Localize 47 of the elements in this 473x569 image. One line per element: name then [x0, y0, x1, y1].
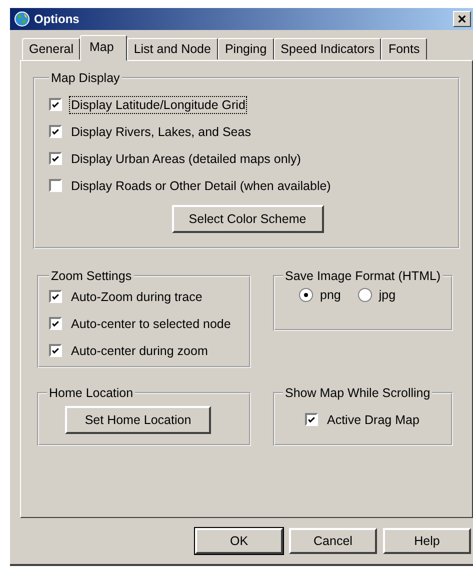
checkbox-label[interactable]: Auto-Zoom during trace [70, 288, 204, 304]
checkbox[interactable] [49, 125, 62, 138]
checkmark-icon [307, 414, 316, 424]
group-title: Save Image Format (HTML) [284, 269, 442, 283]
checkmark-icon [51, 154, 60, 164]
checkbox-label[interactable]: Display Urban Areas (detailed maps only) [70, 150, 302, 166]
tab[interactable]: Speed Indicators [274, 38, 382, 60]
globe-icon [14, 11, 30, 27]
checkbox-label[interactable]: Active Drag Map [326, 412, 420, 428]
group-title: Home Location [48, 386, 134, 400]
checkmark-icon [51, 292, 60, 302]
radio-label[interactable]: jpg [378, 287, 397, 303]
checkmark-icon [51, 318, 60, 328]
checkbox-label[interactable]: Display Roads or Other Detail (when available) [70, 178, 332, 194]
checkbox[interactable] [49, 344, 62, 357]
group-title: Show Map While Scrolling [284, 386, 432, 400]
radio-button[interactable] [358, 288, 372, 302]
checkbox-label[interactable]: Auto-center to selected node [70, 316, 232, 332]
checkmark-icon [51, 346, 60, 356]
checkbox[interactable] [49, 152, 62, 165]
tab[interactable]: Fonts [381, 38, 427, 60]
checkbox-label[interactable]: Display Rivers, Lakes, and Seas [70, 124, 252, 140]
checkbox[interactable] [49, 317, 62, 330]
radio-label[interactable]: png [319, 287, 342, 303]
checkmark-icon [51, 126, 60, 136]
checkmark-icon [51, 100, 60, 110]
tab[interactable]: List and Node [126, 38, 218, 60]
dialog-button[interactable]: Cancel [289, 528, 377, 554]
tab[interactable]: Map [80, 35, 127, 61]
set-home-location-button[interactable]: Set Home Location [65, 406, 211, 434]
dialog-button[interactable]: OK [195, 528, 283, 554]
radio-button[interactable] [299, 288, 313, 302]
tab[interactable]: Pinging [218, 38, 274, 60]
window-title: Options [34, 12, 80, 26]
close-icon [458, 15, 466, 23]
close-button[interactable] [453, 11, 471, 27]
group-title: Map Display [50, 71, 121, 85]
group-title: Zoom Settings [50, 269, 133, 283]
checkbox[interactable] [49, 290, 62, 303]
dialog-button[interactable]: Help [383, 528, 471, 554]
checkbox-label[interactable]: Auto-center during zoom [70, 342, 209, 358]
select-color-scheme-button[interactable]: Select Color Scheme [172, 205, 324, 233]
checkbox[interactable] [305, 413, 318, 426]
checkbox-label[interactable]: Display Latitude/Longitude Grid [70, 96, 246, 112]
checkbox[interactable] [49, 179, 62, 192]
tab[interactable]: General [22, 38, 80, 60]
checkbox[interactable] [49, 98, 62, 111]
